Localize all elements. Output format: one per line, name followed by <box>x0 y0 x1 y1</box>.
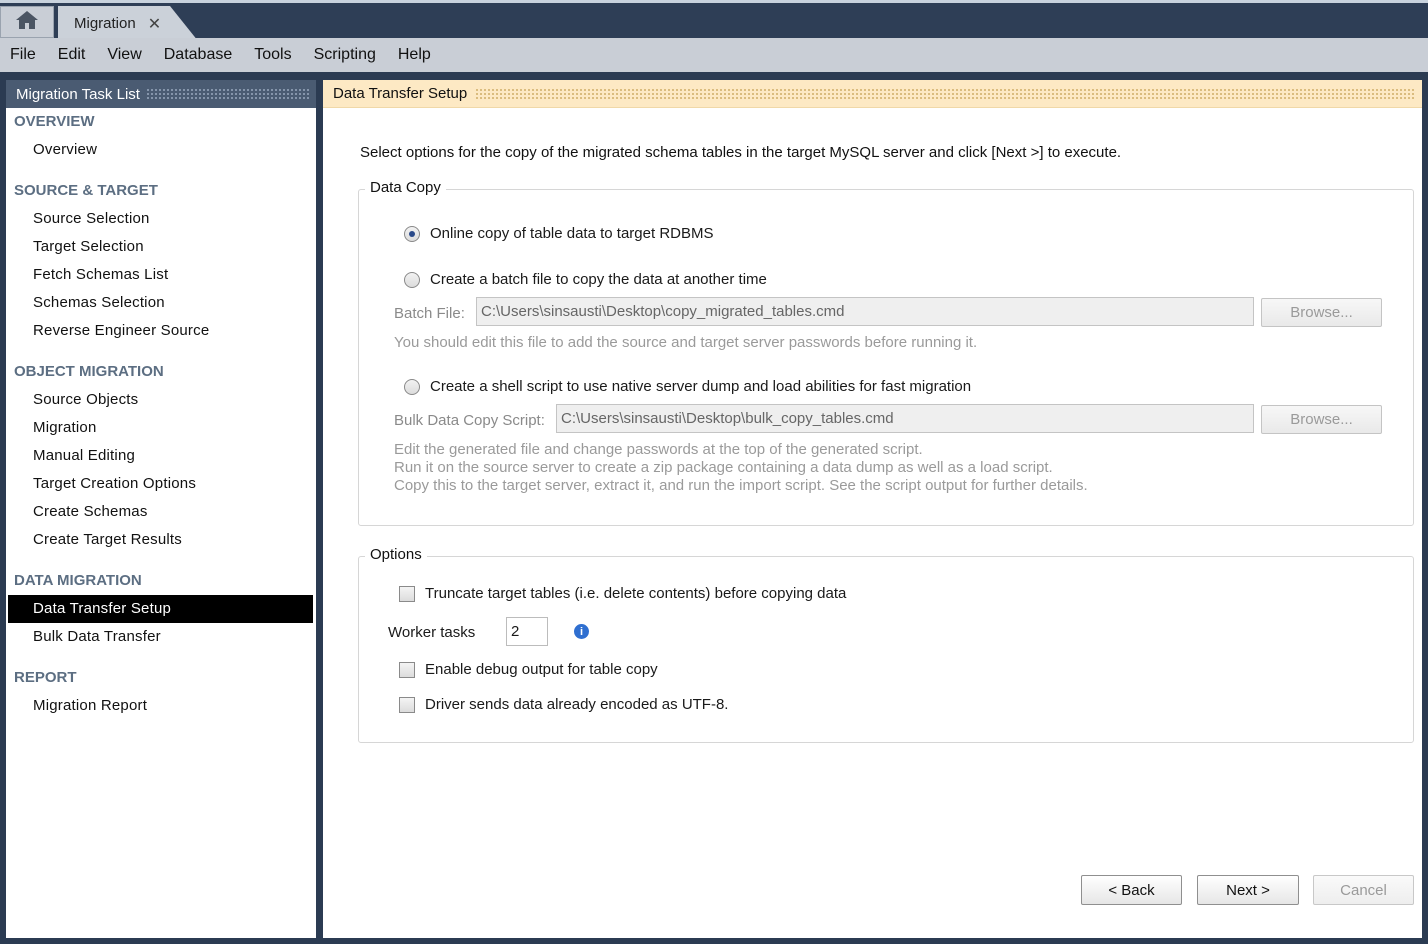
menu-database[interactable]: Database <box>154 46 245 64</box>
online-copy-option[interactable]: Online copy of table data to target RDBM… <box>404 225 713 242</box>
section-report: REPORT <box>14 669 77 686</box>
next-button[interactable]: Next > <box>1197 875 1299 905</box>
menu-view[interactable]: View <box>97 46 153 64</box>
tab-migration[interactable]: Migration ✕ <box>58 6 198 41</box>
options-legend: Options <box>365 546 427 563</box>
task-migration-report[interactable]: Migration Report <box>6 692 316 720</box>
utf8-checkbox[interactable] <box>399 696 415 713</box>
menu-tools[interactable]: Tools <box>244 46 303 64</box>
task-migration[interactable]: Migration <box>6 414 316 442</box>
back-button[interactable]: < Back <box>1081 875 1182 905</box>
home-tab[interactable] <box>0 6 54 38</box>
batch-browse-button[interactable]: Browse... <box>1261 298 1382 327</box>
section-source-target: SOURCE & TARGET <box>14 182 158 199</box>
data-copy-legend: Data Copy <box>365 179 446 196</box>
debug-checkbox[interactable] <box>399 661 415 678</box>
task-overview[interactable]: Overview <box>6 136 316 164</box>
task-manual-editing[interactable]: Manual Editing <box>6 442 316 470</box>
utf8-label: Driver sends data already encoded as UTF… <box>425 696 729 713</box>
task-create-schemas[interactable]: Create Schemas <box>6 498 316 526</box>
truncate-option[interactable]: Truncate target tables (i.e. delete cont… <box>399 585 846 602</box>
shell-script-radio[interactable] <box>404 378 420 395</box>
bulk-script-label: Bulk Data Copy Script: <box>394 412 545 429</box>
shell-hint-2: Run it on the source server to create a … <box>394 459 1053 476</box>
section-data-migration: DATA MIGRATION <box>14 572 142 589</box>
menu-scripting[interactable]: Scripting <box>304 46 388 64</box>
menu-help[interactable]: Help <box>388 46 443 64</box>
header-grip <box>145 88 310 100</box>
section-object-migration: OBJECT MIGRATION <box>14 363 164 380</box>
worker-tasks-input[interactable]: 2 <box>506 617 548 646</box>
cancel-button[interactable]: Cancel <box>1313 875 1414 905</box>
batch-file-radio[interactable] <box>404 271 420 288</box>
bulk-script-input[interactable]: C:\Users\sinsausti\Desktop\bulk_copy_tab… <box>556 404 1254 433</box>
batch-file-option[interactable]: Create a batch file to copy the data at … <box>404 271 767 288</box>
menu-file[interactable]: File <box>0 46 48 64</box>
panel-title: Data Transfer Setup <box>333 85 468 102</box>
sidebar-header: Migration Task List <box>6 80 316 108</box>
task-fetch-schemas-list[interactable]: Fetch Schemas List <box>6 261 316 289</box>
batch-file-input[interactable]: C:\Users\sinsausti\Desktop\copy_migrated… <box>476 297 1254 326</box>
shell-hint-3: Copy this to the target server, extract … <box>394 477 1088 494</box>
batch-hint: You should edit this file to add the sou… <box>394 334 978 351</box>
panel-header: Data Transfer Setup <box>323 80 1422 108</box>
bulk-browse-button[interactable]: Browse... <box>1261 405 1382 434</box>
info-icon[interactable]: i <box>574 624 589 639</box>
menu-edit[interactable]: Edit <box>48 46 98 64</box>
online-copy-radio[interactable] <box>404 225 420 242</box>
task-data-transfer-setup[interactable]: Data Transfer Setup <box>8 595 313 623</box>
batch-file-option-label: Create a batch file to copy the data at … <box>430 271 767 288</box>
truncate-label: Truncate target tables (i.e. delete cont… <box>425 585 847 602</box>
debug-label: Enable debug output for table copy <box>425 661 658 678</box>
shell-script-option[interactable]: Create a shell script to use native serv… <box>404 378 971 395</box>
options-group: Options Truncate target tables (i.e. del… <box>358 546 1414 743</box>
online-copy-label: Online copy of table data to target RDBM… <box>430 225 714 242</box>
header-grip <box>475 87 1416 100</box>
home-icon <box>15 10 39 34</box>
task-schemas-selection[interactable]: Schemas Selection <box>6 289 316 317</box>
task-source-objects[interactable]: Source Objects <box>6 386 316 414</box>
close-icon[interactable]: ✕ <box>148 14 161 34</box>
menu-bar: File Edit View Database Tools Scripting … <box>0 38 1428 72</box>
truncate-checkbox[interactable] <box>399 585 415 602</box>
section-overview: OVERVIEW <box>14 113 95 130</box>
task-bulk-data-transfer[interactable]: Bulk Data Transfer <box>6 623 316 651</box>
shell-script-option-label: Create a shell script to use native serv… <box>430 378 972 395</box>
task-target-selection[interactable]: Target Selection <box>6 233 316 261</box>
debug-option[interactable]: Enable debug output for table copy <box>399 661 658 678</box>
batch-file-label: Batch File: <box>394 305 465 322</box>
worker-tasks-label: Worker tasks <box>388 624 476 641</box>
intro-text: Select options for the copy of the migra… <box>360 144 1122 161</box>
sidebar-title: Migration Task List <box>16 85 140 103</box>
migration-task-list: Migration Task List OVERVIEW Overview SO… <box>6 80 316 938</box>
task-source-selection[interactable]: Source Selection <box>6 205 316 233</box>
utf8-option[interactable]: Driver sends data already encoded as UTF… <box>399 696 728 713</box>
tab-label: Migration <box>74 15 136 32</box>
data-copy-group: Data Copy Online copy of table data to t… <box>358 179 1414 526</box>
task-create-target-results[interactable]: Create Target Results <box>6 526 316 554</box>
shell-hint-1: Edit the generated file and change passw… <box>394 441 923 458</box>
tab-bar: Migration ✕ <box>0 0 1428 41</box>
data-transfer-setup-panel: Data Transfer Setup Select options for t… <box>323 80 1422 938</box>
task-reverse-engineer-source[interactable]: Reverse Engineer Source <box>6 317 316 345</box>
task-target-creation-options[interactable]: Target Creation Options <box>6 470 316 498</box>
